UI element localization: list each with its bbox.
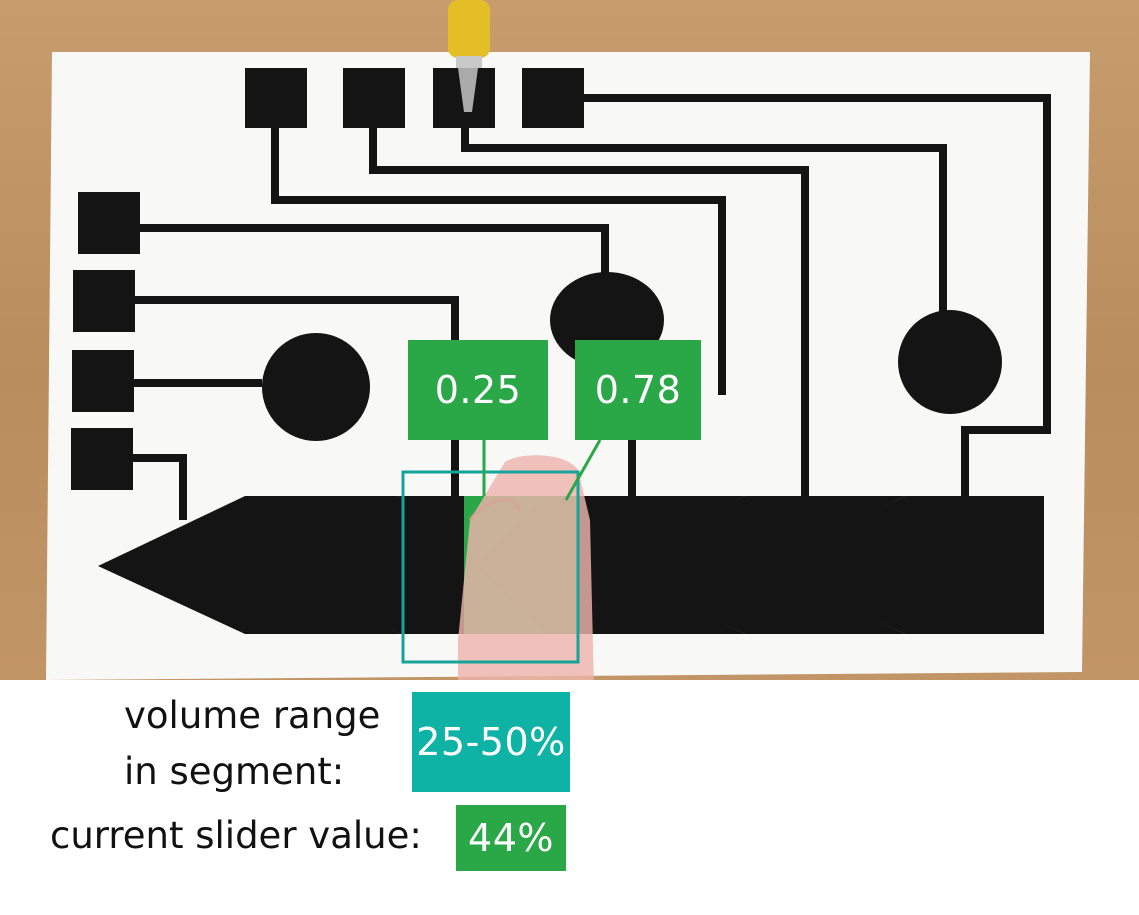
printed-circuit-card <box>46 0 1090 680</box>
segment-caption-line1: volume range <box>124 694 381 737</box>
photo-background <box>0 0 1139 680</box>
low-threshold-label: 0.25 <box>408 340 548 440</box>
segment-caption-line2: in segment: <box>124 750 345 793</box>
slider-value-caption: current slider value: <box>50 814 422 857</box>
volume-range-badge: 25-50% <box>412 692 570 792</box>
high-threshold-label: 0.78 <box>575 340 701 440</box>
slider-value-badge: 44% <box>456 805 566 871</box>
